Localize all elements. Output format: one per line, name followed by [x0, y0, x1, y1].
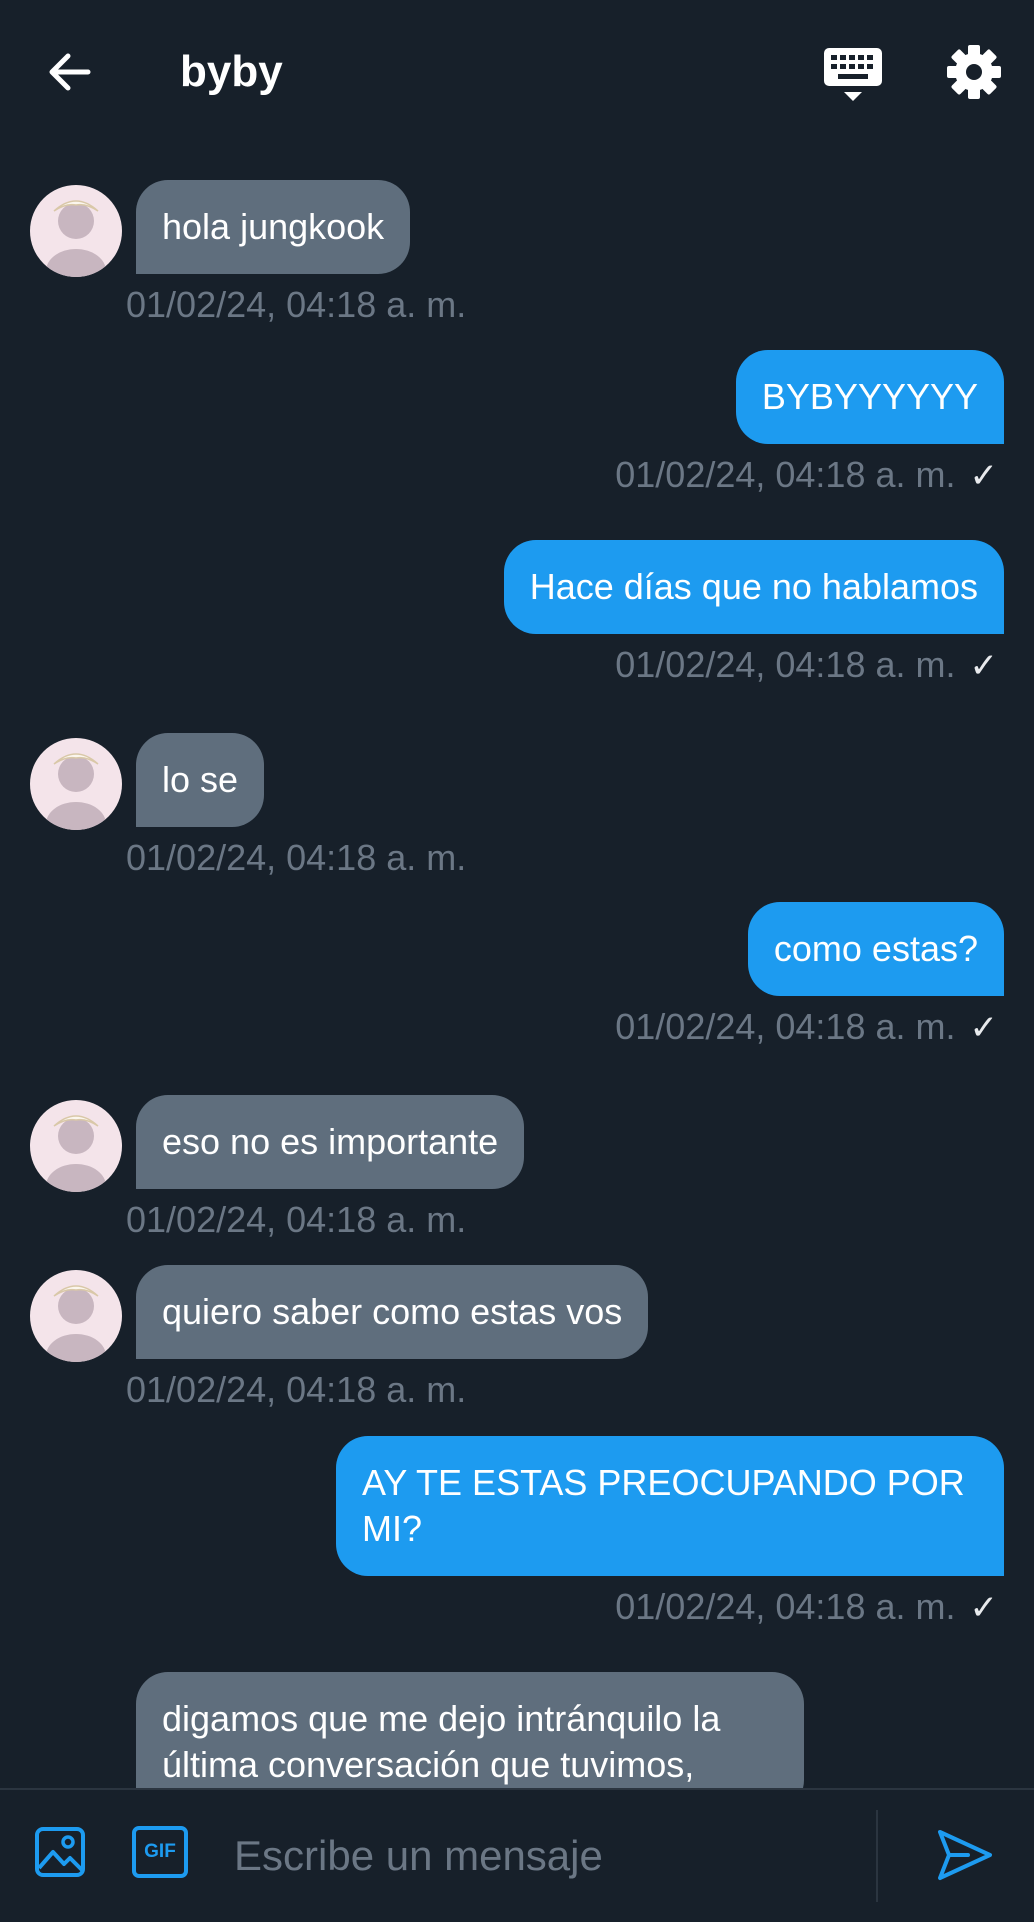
- gif-label: GIF: [144, 1841, 176, 1862]
- sent-check-icon: ✓: [969, 1009, 999, 1047]
- message-meta: 01/02/24, 04:18 a. m. ✓: [615, 1584, 998, 1631]
- message-bubble-incoming[interactable]: eso no es importante: [136, 1095, 525, 1189]
- message-text-line: digamos que me dejo intránquilo la: [162, 1698, 721, 1739]
- image-icon[interactable]: [34, 1826, 86, 1878]
- composer-divider: [876, 1810, 878, 1902]
- message-timestamp: 01/02/24, 04:18 a. m.: [615, 1006, 956, 1047]
- avatar-image: [46, 200, 106, 277]
- avatar-image: [46, 1285, 106, 1362]
- avatar[interactable]: [30, 738, 122, 830]
- avatar-image: [46, 753, 106, 830]
- message-text-line: MI?: [362, 1508, 423, 1549]
- chat-title: byby: [180, 47, 283, 96]
- avatar-image: [46, 1115, 106, 1192]
- gif-button[interactable]: GIF: [132, 1826, 188, 1878]
- arrow-left-icon[interactable]: [40, 42, 100, 102]
- message-bubble-outgoing[interactable]: BYBYYYYYY: [735, 350, 1004, 444]
- message-timestamp: 01/02/24, 04:18 a. m.: [126, 284, 467, 325]
- message-meta: 01/02/24, 04:18 a. m. ✓: [615, 452, 998, 499]
- message-timestamp: 01/02/24, 04:18 a. m.: [126, 1199, 467, 1240]
- message-bubble-incoming[interactable]: digamos que me dejo intránquilo la últim…: [136, 1672, 804, 1788]
- message-composer: GIF: [0, 1788, 1034, 1922]
- message-bubble-incoming[interactable]: hola jungkook: [136, 180, 411, 274]
- message-timestamp: 01/02/24, 04:18 a. m.: [126, 837, 467, 878]
- message-timestamp: 01/02/24, 04:18 a. m.: [615, 644, 956, 685]
- sent-check-icon: ✓: [969, 457, 999, 495]
- sent-check-icon: ✓: [969, 1589, 999, 1627]
- message-bubble-outgoing[interactable]: AY TE ESTAS PREOCUPANDO POR MI?: [336, 1436, 1004, 1576]
- message-text-line: última conversación que tuvimos,: [162, 1744, 695, 1785]
- avatar[interactable]: [30, 1100, 122, 1192]
- message-bubble-incoming[interactable]: lo se: [136, 733, 265, 827]
- message-timestamp: 01/02/24, 04:18 a. m.: [615, 454, 956, 495]
- gear-icon[interactable]: [944, 42, 1004, 102]
- message-timestamp: 01/02/24, 04:18 a. m.: [126, 1369, 467, 1410]
- message-bubble-outgoing[interactable]: como estas?: [747, 902, 1004, 996]
- sent-check-icon: ✓: [969, 647, 999, 685]
- chat-header: byby: [0, 0, 1034, 140]
- send-icon[interactable]: [936, 1826, 994, 1884]
- message-text-line: AY TE ESTAS PREOCUPANDO POR: [362, 1462, 965, 1503]
- message-bubble-outgoing[interactable]: Hace días que no hablamos: [503, 540, 1004, 634]
- avatar[interactable]: [30, 1270, 122, 1362]
- avatar[interactable]: [30, 185, 122, 277]
- message-timestamp: 01/02/24, 04:18 a. m.: [615, 1586, 956, 1627]
- message-meta: 01/02/24, 04:18 a. m. ✓: [615, 1004, 998, 1051]
- message-input[interactable]: [232, 1820, 856, 1892]
- keyboard-icon[interactable]: [822, 44, 884, 104]
- message-meta: 01/02/24, 04:18 a. m. ✓: [615, 642, 998, 689]
- message-bubble-incoming[interactable]: quiero saber como estas vos: [136, 1265, 649, 1359]
- message-list[interactable]: hola jungkook 01/02/24, 04:18 a. m. BYBY…: [0, 140, 1034, 1788]
